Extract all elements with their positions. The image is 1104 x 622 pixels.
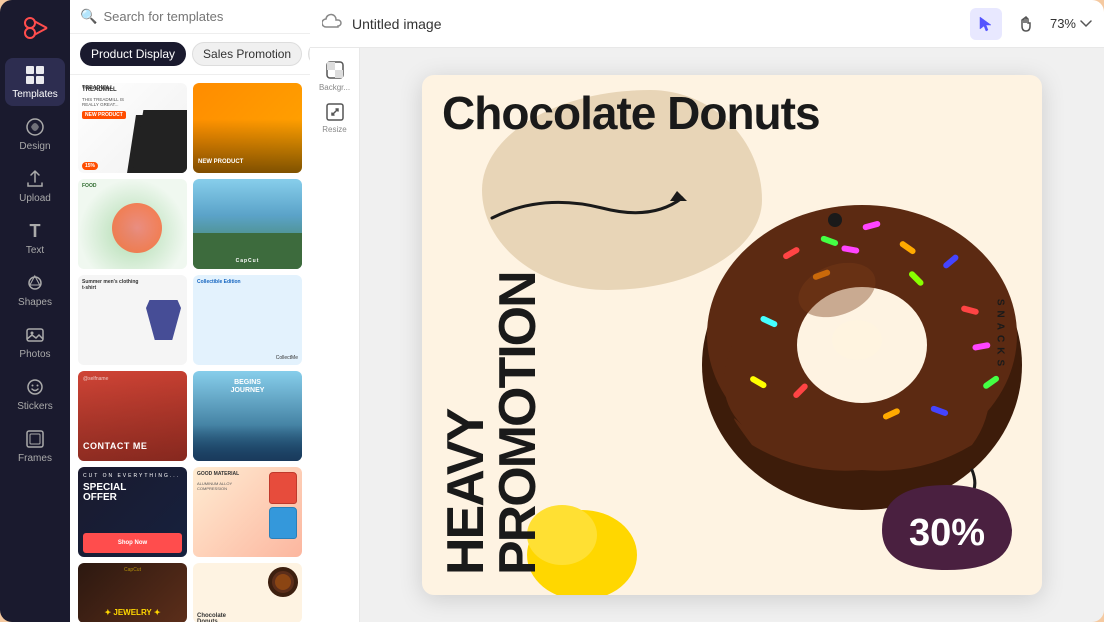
- sidebar-item-text[interactable]: T Text: [5, 214, 65, 262]
- sidebar-item-stickers[interactable]: Stickers: [5, 370, 65, 418]
- sidebar-item-templates[interactable]: Templates: [5, 58, 65, 106]
- percent-badge: 30%: [877, 480, 1017, 580]
- sidebar-label-text: Text: [26, 245, 44, 256]
- sidebar-label-templates: Templates: [12, 89, 58, 100]
- canvas-title: Chocolate Donuts: [442, 89, 1032, 137]
- template-special-offer[interactable]: CUT ON EVERYTHING... SPECIALOFFER Shop N…: [78, 467, 187, 557]
- icon-sidebar: Templates Design Upload T Text: [0, 0, 70, 622]
- sidebar-item-frames[interactable]: Frames: [5, 422, 65, 470]
- sidebar-item-shapes[interactable]: Shapes: [5, 266, 65, 314]
- template-treadmill[interactable]: TREADMILL THIS TREADMILL IS REALLY GREAT…: [78, 83, 187, 173]
- hand-tool-button[interactable]: [1010, 8, 1042, 40]
- template-grid: TREADMILL THIS TREADMILL IS REALLY GREAT…: [70, 75, 310, 622]
- search-bar: 🔍: [70, 0, 310, 34]
- background-label: Backgr...: [319, 83, 350, 92]
- search-input[interactable]: [103, 9, 300, 24]
- app-logo: [17, 10, 53, 46]
- template-row: CONTACT ME @selfname BEGINS JOURNEY: [78, 371, 302, 461]
- cloud-icon: [322, 13, 342, 34]
- design-icon: [24, 116, 46, 138]
- shapes-icon: [24, 272, 46, 294]
- donut-design-canvas[interactable]: Chocolate Donuts Heavy promotion SNACKS: [422, 75, 1042, 595]
- template-luggage[interactable]: GOOD MATERIAL ALUMINUM ALLOYCOMPRESSION: [193, 467, 302, 557]
- sidebar-label-upload: Upload: [19, 193, 51, 204]
- template-food[interactable]: FOOD: [78, 179, 187, 269]
- stickers-icon: [24, 376, 46, 398]
- promotion-text: Heavy promotion: [440, 215, 544, 575]
- sidebar-label-design: Design: [19, 141, 50, 152]
- template-donuts[interactable]: Chocolate Donuts: [193, 563, 302, 622]
- sidebar-item-design[interactable]: Design: [5, 110, 65, 158]
- sidebar-label-shapes: Shapes: [18, 297, 52, 308]
- canvas-content: Chocolate Donuts Heavy promotion SNACKS: [360, 48, 1104, 622]
- sidebar-item-upload[interactable]: Upload: [5, 162, 65, 210]
- frames-icon: [24, 428, 46, 450]
- search-icon: 🔍: [80, 8, 97, 25]
- template-row: FOOD CapCut: [78, 179, 302, 269]
- donut-illustration: [662, 115, 1032, 515]
- main-area: Untitled image 73%: [310, 0, 1104, 622]
- file-name: Untitled image: [352, 16, 960, 32]
- template-row: Summer men's clothing t-shirt Collectibl…: [78, 275, 302, 365]
- templates-icon: [24, 64, 46, 86]
- background-tool-button[interactable]: Backgr...: [316, 56, 354, 94]
- template-row: CUT ON EVERYTHING... SPECIALOFFER Shop N…: [78, 467, 302, 557]
- canvas-toolbar: Backgr... Resize: [310, 48, 360, 622]
- resize-tool-button[interactable]: Resize: [316, 98, 354, 136]
- template-row: ✦ JEWELRY ✦ CapCut Chocolate Donuts: [78, 563, 302, 622]
- app-container: Templates Design Upload T Text: [0, 0, 1104, 622]
- template-orange[interactable]: NEW PRODUCT: [193, 83, 302, 173]
- zoom-level: 73%: [1050, 16, 1076, 31]
- template-panel: 🔍 Product Display Sales Promotion Busine…: [70, 0, 310, 622]
- dot-decoration: [828, 213, 842, 227]
- template-journey[interactable]: BEGINS JOURNEY: [193, 371, 302, 461]
- resize-label: Resize: [322, 125, 346, 134]
- zoom-control[interactable]: 73%: [1050, 16, 1092, 31]
- svg-text:30%: 30%: [909, 512, 985, 554]
- text-icon: T: [24, 220, 46, 242]
- sidebar-label-frames: Frames: [18, 453, 52, 464]
- tag-product-display[interactable]: Product Display: [80, 42, 186, 66]
- template-contact[interactable]: CONTACT ME @selfname: [78, 371, 187, 461]
- top-bar: Untitled image 73%: [310, 0, 1104, 48]
- top-bar-right: 73%: [970, 8, 1092, 40]
- template-collectible[interactable]: Collectible Edition CollectMe: [193, 275, 302, 365]
- template-jewelry[interactable]: ✦ JEWELRY ✦ CapCut: [78, 563, 187, 622]
- tag-sales-promotion[interactable]: Sales Promotion: [192, 42, 302, 66]
- template-landscape[interactable]: CapCut: [193, 179, 302, 269]
- sidebar-label-photos: Photos: [19, 349, 50, 360]
- upload-icon: [24, 168, 46, 190]
- template-tags: Product Display Sales Promotion Business: [70, 34, 310, 75]
- canvas-area: Backgr... Resize Chocolate Donuts: [310, 48, 1104, 622]
- template-tshirt[interactable]: Summer men's clothing t-shirt: [78, 275, 187, 365]
- zoom-chevron-icon: [1080, 16, 1092, 31]
- sidebar-label-stickers: Stickers: [17, 401, 53, 412]
- cursor-tool-button[interactable]: [970, 8, 1002, 40]
- snacks-text: SNACKS: [994, 299, 1005, 371]
- sidebar-item-photos[interactable]: Photos: [5, 318, 65, 366]
- template-row: TREADMILL THIS TREADMILL IS REALLY GREAT…: [78, 83, 302, 173]
- photos-icon: [24, 324, 46, 346]
